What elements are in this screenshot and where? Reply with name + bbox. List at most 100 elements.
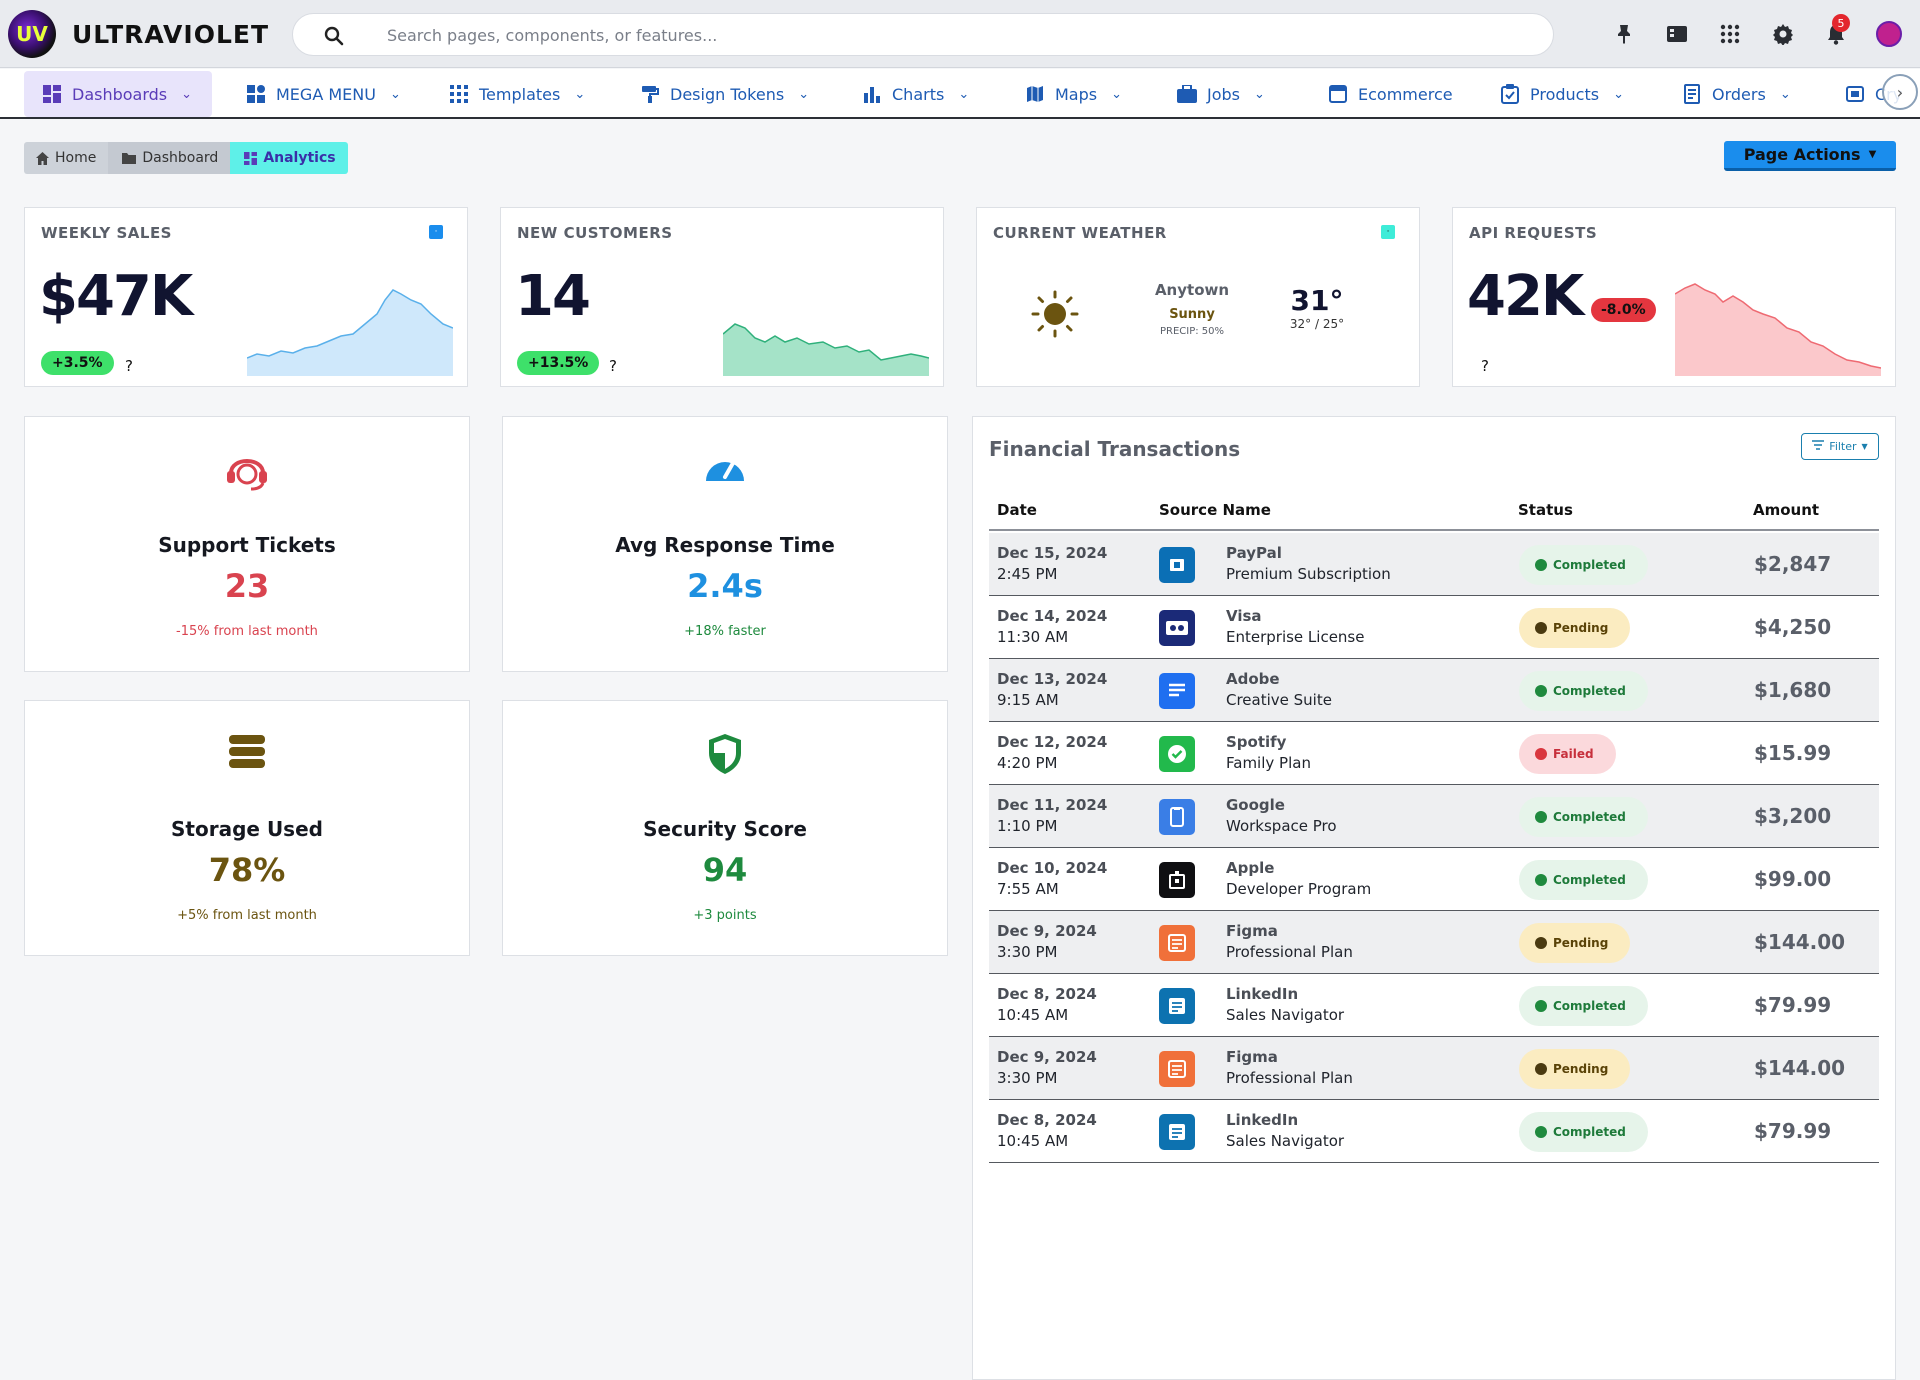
card-subtitle: -15% from last month bbox=[176, 624, 318, 639]
top-header: UV ULTRAVIOLET 5 bbox=[0, 0, 1920, 68]
nav-item-jobs[interactable]: Jobs ⌄ bbox=[1177, 71, 1265, 117]
nav-scroll-right-button[interactable]: › bbox=[1882, 74, 1918, 110]
breadcrumb-analytics[interactable]: Analytics bbox=[230, 142, 348, 174]
chevron-down-icon: ⌄ bbox=[1111, 86, 1123, 102]
table-row[interactable]: Dec 14, 2024 11:30 AM Visa Enterprise Licen… bbox=[989, 596, 1879, 659]
table-row[interactable]: Dec 8, 2024 10:45 AM LinkedIn Sales Navigat… bbox=[989, 1100, 1879, 1163]
weather-condition: Sunny bbox=[1169, 307, 1215, 322]
transaction-amount: $144.00 bbox=[1754, 930, 1846, 954]
search-bar[interactable] bbox=[292, 13, 1554, 56]
sun-icon bbox=[1031, 290, 1079, 338]
transaction-source: LinkedIn Sales Navigator bbox=[1226, 1110, 1344, 1152]
new-customers-value: 14 bbox=[515, 264, 591, 329]
card-title: Support Tickets bbox=[158, 533, 336, 557]
weekly-sales-card: WEEKLY SALES · $47K +3.5% ? bbox=[24, 207, 468, 387]
column-header[interactable]: Source Name bbox=[1159, 501, 1271, 519]
nav-item-mega-menu[interactable]: MEGA MENU ⌄ bbox=[246, 71, 401, 117]
column-header[interactable]: Amount bbox=[1753, 501, 1819, 519]
logo-text: UV bbox=[16, 22, 48, 46]
table-row[interactable]: Dec 9, 2024 3:30 PM Figma Professional Plan… bbox=[989, 911, 1879, 974]
date-text: Dec 9, 2024 bbox=[997, 922, 1097, 940]
transaction-date: Dec 11, 2024 1:10 PM bbox=[997, 795, 1107, 837]
nav-item-charts[interactable]: Charts ⌄ bbox=[862, 71, 969, 117]
database-icon bbox=[25, 733, 469, 777]
support-tickets-card[interactable]: Support Tickets 23 -15% from last month bbox=[24, 416, 470, 672]
breadcrumb-dashboard[interactable]: Dashboard bbox=[108, 142, 231, 174]
search-input[interactable] bbox=[387, 22, 1487, 48]
brand-name[interactable]: ULTRAVIOLET bbox=[72, 20, 269, 49]
new-customers-sparkline bbox=[723, 323, 929, 376]
main-nav: Dashboards ⌄ MEGA MENU ⌄ Templates ⌄ Des… bbox=[0, 69, 1920, 119]
nav-item-maps[interactable]: Maps ⌄ bbox=[1025, 71, 1122, 117]
search-icon bbox=[323, 25, 345, 47]
source-description: Professional Plan bbox=[1226, 1069, 1353, 1087]
weekly-sales-sparkline bbox=[247, 289, 453, 376]
gear-icon[interactable] bbox=[1771, 22, 1795, 46]
shield-icon bbox=[503, 733, 947, 777]
transaction-date: Dec 9, 2024 3:30 PM bbox=[997, 1047, 1097, 1089]
table-row[interactable]: Dec 11, 2024 1:10 PM Google Workspace Pro Co… bbox=[989, 785, 1879, 848]
nav-item-products[interactable]: Products ⌄ bbox=[1500, 71, 1624, 117]
card-value: 2.4s bbox=[687, 567, 763, 605]
nav-item-dashboards[interactable]: Dashboards ⌄ bbox=[24, 71, 212, 117]
help-text[interactable]: ? bbox=[1481, 357, 1489, 375]
table-row[interactable]: Dec 9, 2024 3:30 PM Figma Professional Plan… bbox=[989, 1037, 1879, 1100]
change-badge: +13.5% bbox=[517, 351, 600, 375]
status-completed-icon bbox=[1535, 559, 1547, 571]
briefcase-icon bbox=[1177, 84, 1197, 104]
date-text: Dec 10, 2024 bbox=[997, 859, 1108, 877]
table-row[interactable]: Dec 8, 2024 10:45 AM LinkedIn Sales Navigat… bbox=[989, 974, 1879, 1037]
table-row[interactable]: Dec 10, 2024 7:55 AM Apple Developer Progra… bbox=[989, 848, 1879, 911]
pin-icon[interactable] bbox=[1612, 22, 1636, 46]
user-avatar[interactable] bbox=[1876, 21, 1902, 47]
weather-range: 32° / 25° bbox=[1289, 317, 1345, 331]
status-text: Pending bbox=[1553, 1062, 1609, 1076]
date-text: Dec 8, 2024 bbox=[997, 1111, 1097, 1129]
chevron-down-icon: ⌄ bbox=[1613, 86, 1624, 102]
security-score-card[interactable]: Security Score 94 +3 points bbox=[502, 700, 948, 956]
table-header: Date Source Name Status Amount bbox=[989, 501, 1879, 531]
brand-logo[interactable]: UV bbox=[8, 10, 56, 58]
chevron-down-icon: ⌄ bbox=[574, 86, 586, 102]
status-badge: Pending bbox=[1519, 608, 1631, 648]
table-row[interactable]: Dec 12, 2024 4:20 PM Spotify Family Plan Fai… bbox=[989, 722, 1879, 785]
paypal-icon bbox=[1159, 547, 1195, 583]
source-name: Adobe bbox=[1226, 670, 1280, 688]
time-text: 10:45 AM bbox=[997, 1006, 1069, 1024]
nav-item-ecommerce[interactable]: Ecommerce bbox=[1328, 71, 1453, 117]
column-header[interactable]: Date bbox=[997, 501, 1037, 519]
card-menu-button[interactable]: · bbox=[1381, 225, 1395, 239]
source-description: Sales Navigator bbox=[1226, 1132, 1345, 1150]
nav-item-templates[interactable]: Templates ⌄ bbox=[449, 71, 585, 117]
avg-response-card[interactable]: Avg Response Time 2.4s +18% faster bbox=[502, 416, 948, 672]
source-name: Google bbox=[1226, 796, 1285, 814]
breadcrumb-home[interactable]: Home bbox=[24, 142, 109, 174]
table-row[interactable]: Dec 15, 2024 2:45 PM PayPal Premium Subscri… bbox=[989, 533, 1879, 596]
breadcrumb-label: Home bbox=[55, 150, 97, 166]
nav-label: Jobs bbox=[1207, 84, 1240, 104]
card-menu-button[interactable]: · bbox=[429, 225, 443, 239]
mega-menu-icon bbox=[246, 84, 266, 104]
date-text: Dec 14, 2024 bbox=[997, 607, 1108, 625]
caret-down-icon: ▼ bbox=[1868, 149, 1877, 160]
help-text[interactable]: ? bbox=[125, 357, 133, 375]
nav-item-design-tokens[interactable]: Design Tokens ⌄ bbox=[640, 71, 809, 117]
transaction-source: PayPal Premium Subscription bbox=[1226, 543, 1391, 585]
page-actions-button[interactable]: Page Actions ▼ bbox=[1724, 141, 1896, 171]
book-icon[interactable] bbox=[1665, 22, 1689, 46]
transaction-amount: $2,847 bbox=[1754, 552, 1832, 576]
apps-grid-icon[interactable] bbox=[1718, 22, 1742, 46]
storage-used-card[interactable]: Storage Used 78% +5% from last month bbox=[24, 700, 470, 956]
chevron-down-icon: ⌄ bbox=[798, 86, 810, 102]
api-requests-card: API REQUESTS 42K -8.0% ? bbox=[1452, 207, 1896, 387]
nav-item-orders[interactable]: Orders ⌄ bbox=[1682, 71, 1791, 117]
transaction-date: Dec 9, 2024 3:30 PM bbox=[997, 921, 1097, 963]
column-header[interactable]: Status bbox=[1518, 501, 1573, 519]
status-badge: Completed bbox=[1519, 545, 1648, 585]
date-text: Dec 11, 2024 bbox=[997, 796, 1108, 814]
help-text[interactable]: ? bbox=[609, 357, 617, 375]
status-completed-icon bbox=[1535, 874, 1547, 886]
time-text: 7:55 AM bbox=[997, 880, 1059, 898]
table-row[interactable]: Dec 13, 2024 9:15 AM Adobe Creative Suite Co… bbox=[989, 659, 1879, 722]
filter-button[interactable]: Filter ▼ bbox=[1801, 433, 1879, 460]
